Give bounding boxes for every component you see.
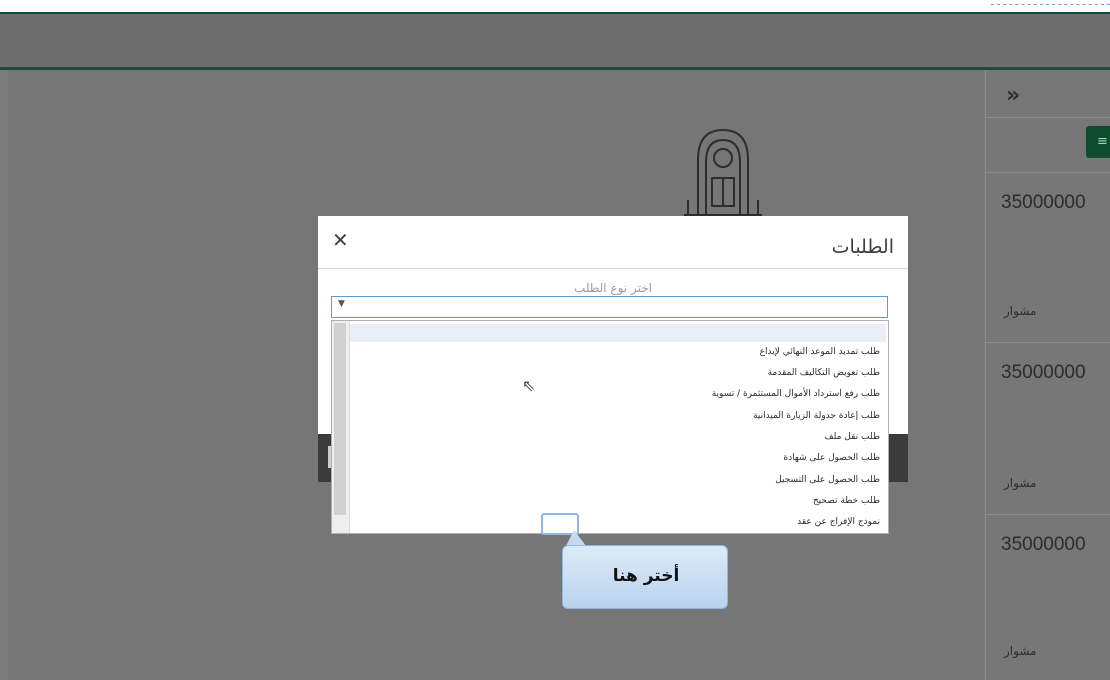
chevron-down-icon: ▼ <box>338 299 345 309</box>
top-nav-links[interactable]: ـ ـ ـ ـ ـ ـ ـ ـ ـ ـ ـ ـ ـ ـ ـ ـ ـ ـ ـ ـ <box>991 0 1110 8</box>
dropdown-option-empty[interactable] <box>350 324 886 342</box>
header-bar <box>0 14 1110 68</box>
dropdown-option[interactable]: طلب رفع استرداد الأموال المستثمرة / تسوي… <box>712 389 880 399</box>
request-type-select[interactable]: ▼ <box>331 296 888 318</box>
collapse-chevron-icon[interactable]: » <box>1006 83 1020 108</box>
scrollbar-thumb[interactable] <box>334 323 346 515</box>
card-number: 35000000 <box>1001 362 1086 383</box>
card-number: 35000000 <box>1001 534 1086 555</box>
instruction-callout: أختر هنا <box>562 545 728 609</box>
sidebar-divider <box>986 342 1110 343</box>
dropdown-option[interactable]: طلب نقل ملف <box>824 432 880 442</box>
request-type-label: اختر نوع الطلب <box>574 281 652 295</box>
dropdown-option[interactable]: طلب الحصول على التسجيل <box>775 475 880 485</box>
dropdown-option[interactable]: طلب إعادة جدولة الزيارة الميدانية <box>753 411 880 421</box>
dropdown-option[interactable]: طلب تمديد الموعد النهائي لإيداع <box>760 347 880 357</box>
dropdown-scrollbar[interactable] <box>332 321 350 533</box>
card-label: مشوار <box>1004 304 1037 318</box>
filter-button[interactable]: ≡ <box>1086 126 1110 158</box>
callout-text: أختر هنا <box>612 566 680 586</box>
filter-icon: ≡ <box>1097 134 1108 149</box>
card-label: مشوار <box>1004 476 1037 490</box>
close-icon[interactable]: ✕ <box>332 228 349 252</box>
sidebar-divider <box>986 514 1110 515</box>
sidebar-divider <box>986 117 1110 118</box>
dropdown-option[interactable]: طلب تعويض التكاليف المقدمة <box>768 368 880 378</box>
card-label: مشوار <box>1004 644 1037 658</box>
request-type-dropdown: طلب تمديد الموعد النهائي لإيداع طلب تعوي… <box>331 320 889 534</box>
sidebar-divider <box>986 172 1110 173</box>
modal-divider <box>318 268 908 269</box>
mouse-cursor-icon: ⇖ <box>522 376 536 395</box>
card-number: 35000000 <box>1001 192 1086 213</box>
dropdown-option[interactable]: طلب الحصول على شهادة <box>783 453 880 463</box>
modal-title: الطلبات <box>831 236 894 258</box>
sidebar: » ≡ 35000000 مشوار 35000000 مشوار 350000… <box>985 70 1110 680</box>
callout-pointer <box>566 530 586 546</box>
dropdown-option[interactable]: نموذج الإفراج عن عقد <box>797 517 880 527</box>
dropdown-option[interactable]: طلب خطة تصحيح <box>813 496 880 506</box>
emblem-logo <box>684 128 762 216</box>
